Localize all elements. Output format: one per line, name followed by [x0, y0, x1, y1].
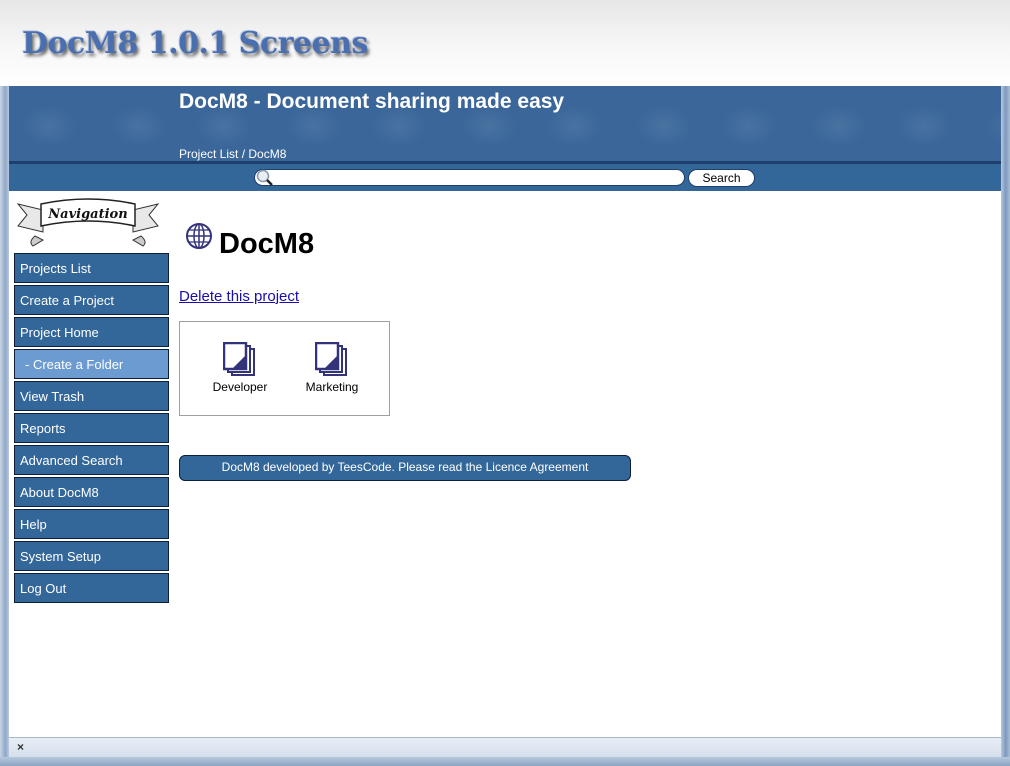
window-frame-bottom	[0, 757, 1010, 766]
banner-title: DocM8 1.0.1 Screens	[22, 26, 368, 61]
delete-project-link[interactable]: Delete this project	[179, 288, 299, 305]
window-frame-right	[1001, 86, 1010, 766]
breadcrumb[interactable]: Project List / DocM8	[179, 147, 286, 161]
browser-window: DocM8 - Document sharing made easy Proje…	[0, 86, 1010, 766]
footer-licence-bar[interactable]: DocM8 developed by TeesCode. Please read…	[179, 455, 631, 481]
navigation-banner-label: Navigation	[47, 207, 127, 222]
nav-project-home[interactable]: Project Home	[14, 317, 169, 347]
folder-item[interactable]: Developer	[200, 342, 280, 394]
search-icon	[256, 169, 273, 186]
nav-about[interactable]: About DocM8	[14, 477, 169, 507]
close-icon[interactable]: ×	[17, 740, 24, 754]
navigation-banner: Navigation	[16, 198, 160, 247]
window-frame-left	[0, 86, 9, 766]
globe-icon	[186, 223, 212, 249]
nav-create-project[interactable]: Create a Project	[14, 285, 169, 315]
nav-advanced-search[interactable]: Advanced Search	[14, 445, 169, 475]
search-input[interactable]	[254, 169, 685, 186]
project-title: DocM8	[219, 228, 315, 260]
search-bar: Search	[9, 164, 1001, 191]
sidebar-nav: Projects List Create a Project Project H…	[14, 253, 169, 605]
folder-list: Developer Marketing	[179, 321, 390, 416]
nav-reports[interactable]: Reports	[14, 413, 169, 443]
nav-view-trash[interactable]: View Trash	[14, 381, 169, 411]
folder-label: Developer	[212, 380, 268, 394]
site-header: DocM8 - Document sharing made easy Proje…	[9, 86, 1001, 164]
nav-help[interactable]: Help	[14, 509, 169, 539]
top-banner: DocM8 1.0.1 Screens	[0, 0, 1010, 86]
search-button[interactable]: Search	[688, 169, 755, 187]
nav-log-out[interactable]: Log Out	[14, 573, 169, 603]
status-bar: ×	[9, 737, 1001, 757]
folder-documents-icon	[315, 342, 347, 376]
nav-system-setup[interactable]: System Setup	[14, 541, 169, 571]
nav-create-folder[interactable]: - Create a Folder	[14, 349, 169, 379]
nav-projects-list[interactable]: Projects List	[14, 253, 169, 283]
folder-documents-icon	[223, 342, 255, 376]
folder-label: Marketing	[305, 380, 359, 394]
site-title: DocM8 - Document sharing made easy	[179, 90, 565, 113]
page: DocM8 - Document sharing made easy Proje…	[9, 86, 1001, 737]
folder-item[interactable]: Marketing	[292, 342, 372, 394]
